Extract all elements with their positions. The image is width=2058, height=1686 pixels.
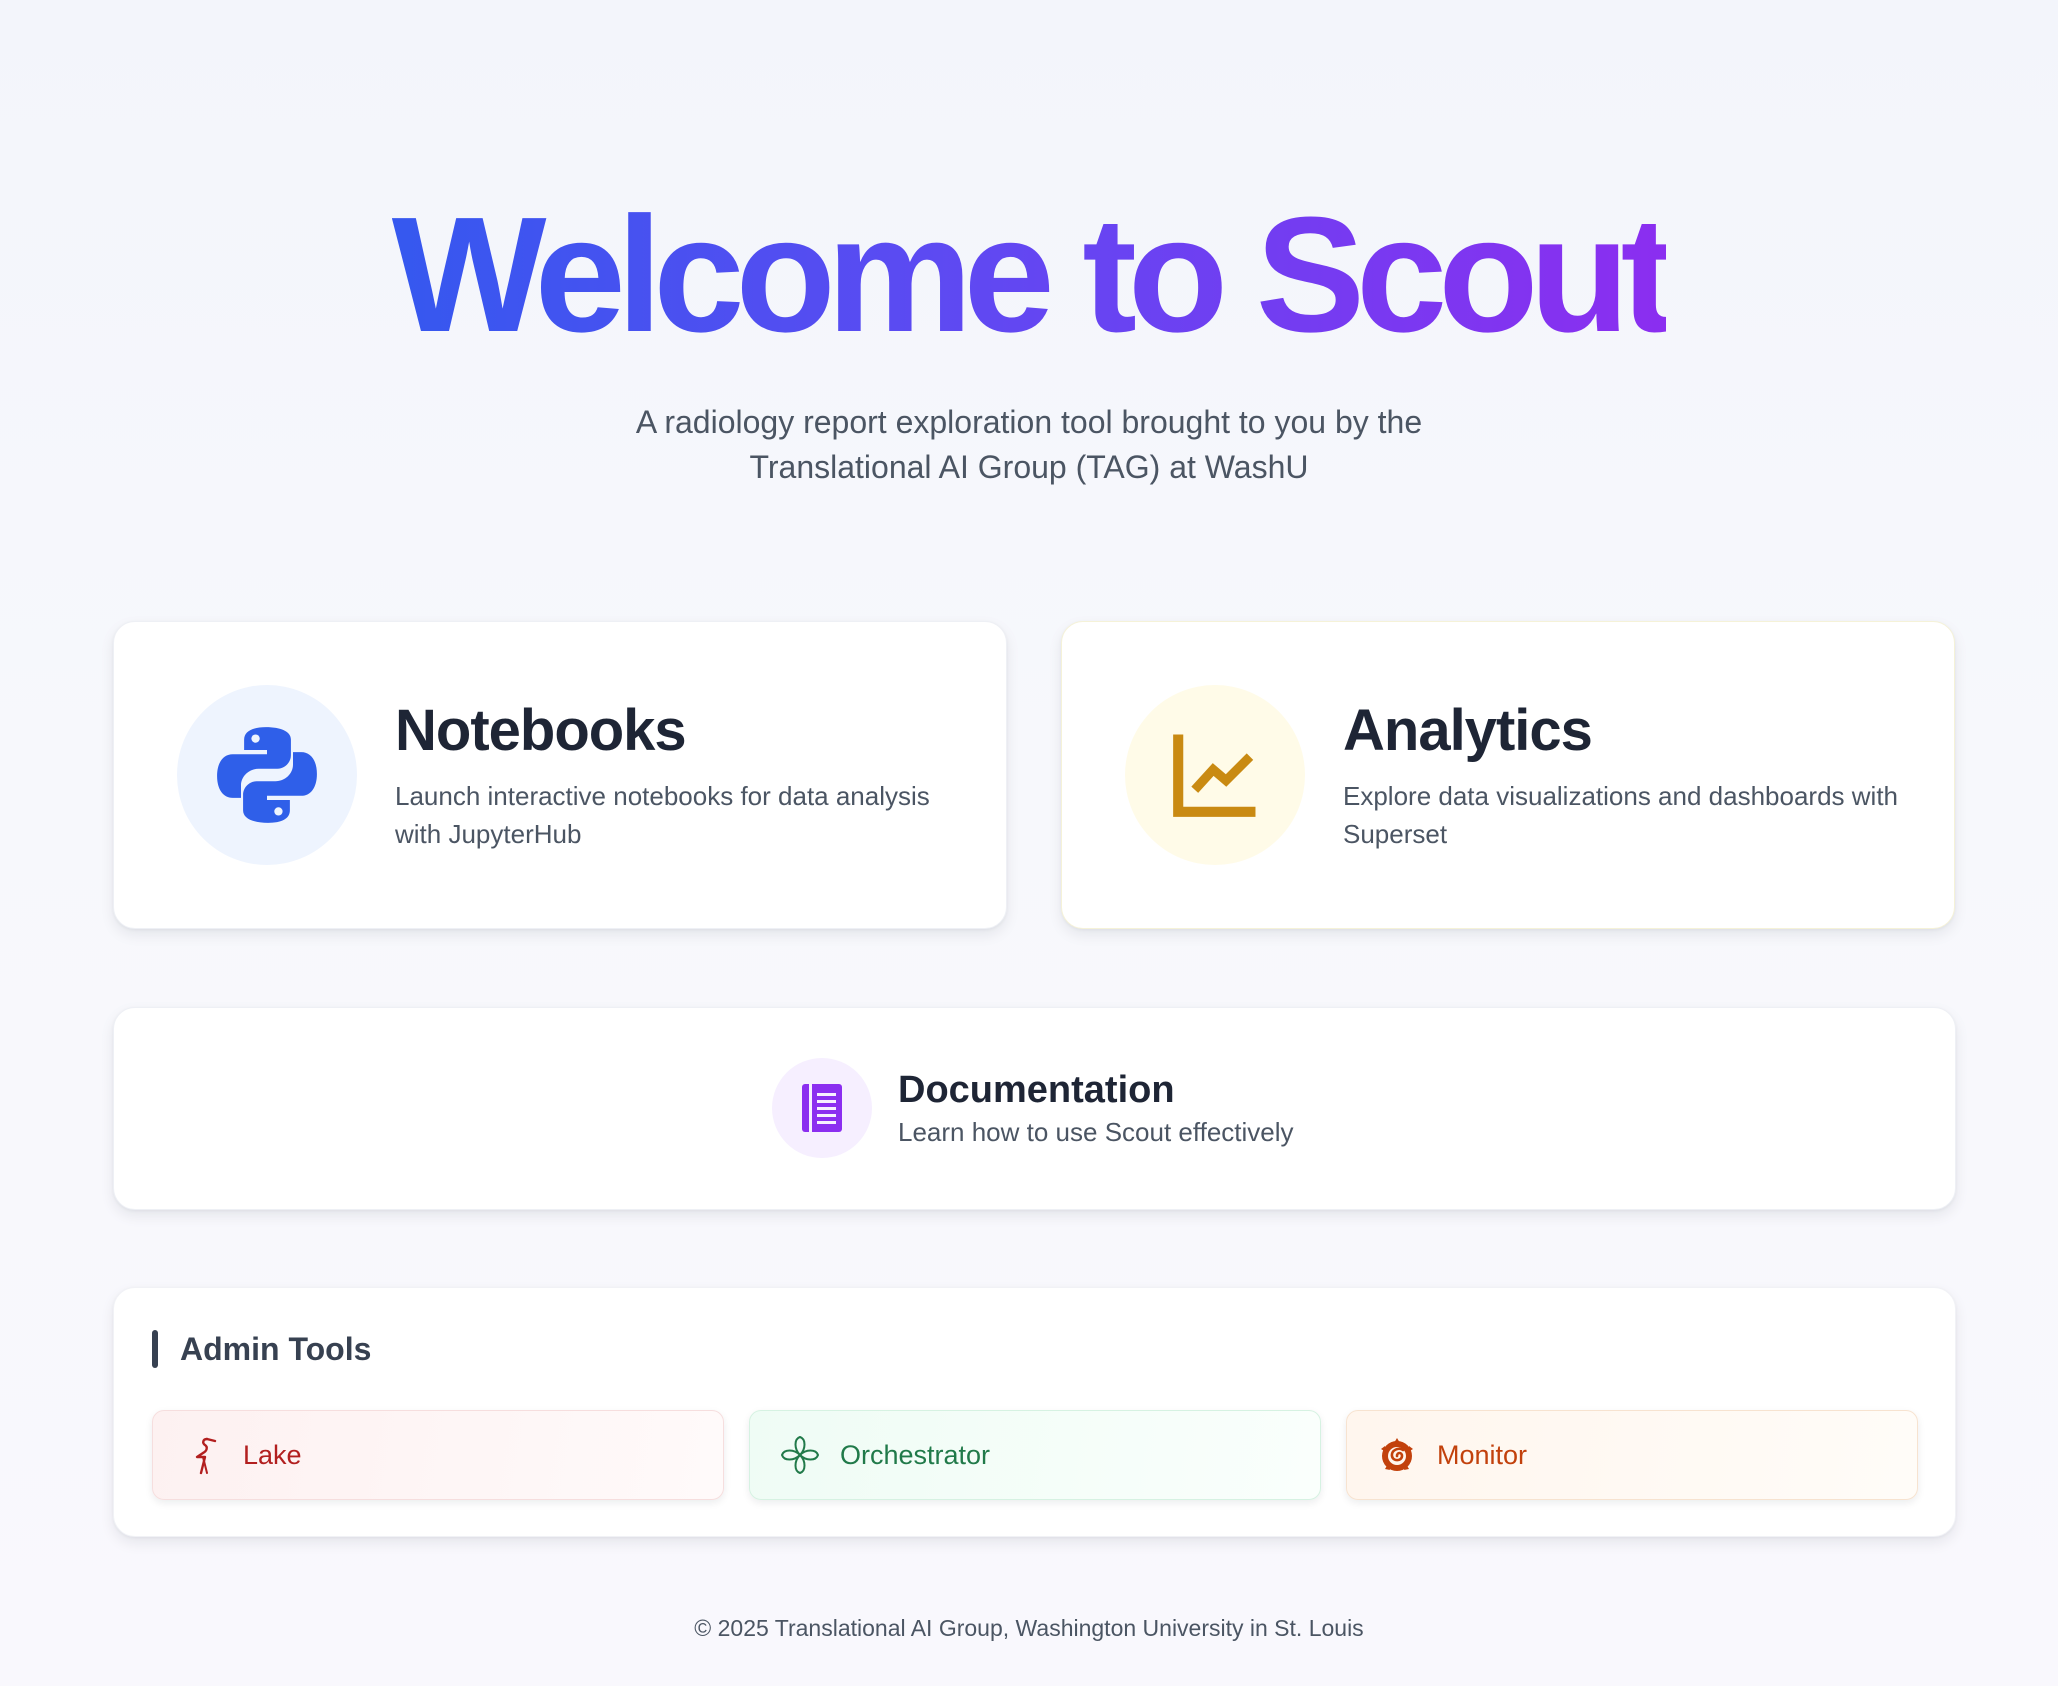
documentation-description: Learn how to use Scout effectively bbox=[898, 1117, 1294, 1147]
admin-tools-title: Admin Tools bbox=[180, 1330, 372, 1367]
orchestrator-label: Orchestrator bbox=[840, 1439, 991, 1470]
documentation-content: Documentation Learn how to use Scout eff… bbox=[772, 1058, 1294, 1158]
admin-tools-panel: Admin Tools Lake Orchestrator Monitor bbox=[113, 1287, 1956, 1537]
footer-copyright: © 2025 Translational AI Group, Washingto… bbox=[694, 1615, 1364, 1641]
page-title: Welcome to Scout bbox=[391, 183, 1676, 366]
analytics-description: Explore data visualizations and dashboar… bbox=[1343, 781, 1899, 849]
notebooks-title: Notebooks bbox=[395, 698, 687, 763]
heron-icon bbox=[183, 1435, 223, 1475]
lake-button[interactable]: Lake bbox=[152, 1410, 724, 1500]
monitor-button[interactable]: Monitor bbox=[1346, 1410, 1918, 1500]
hero: Welcome to Scout A radiology report expl… bbox=[0, 190, 2058, 490]
line-chart-icon bbox=[1173, 734, 1256, 817]
monitor-label: Monitor bbox=[1437, 1439, 1528, 1470]
documentation-title: Documentation bbox=[898, 1069, 1175, 1111]
analytics-icon-circle bbox=[1125, 685, 1305, 865]
notebooks-description: Launch interactive notebooks for data an… bbox=[395, 781, 930, 849]
heading-accent-bar bbox=[152, 1330, 158, 1368]
documentation-icon-circle bbox=[772, 1058, 872, 1158]
documentation-text: Documentation Learn how to use Scout eff… bbox=[898, 1067, 1294, 1149]
grafana-icon bbox=[1377, 1435, 1417, 1475]
notebooks-card[interactable]: Notebooks Launch interactive notebooks f… bbox=[113, 621, 1007, 929]
page-subtitle: A radiology report exploration tool brou… bbox=[579, 400, 1479, 490]
python-icon bbox=[217, 727, 317, 823]
subtitle-line-1: A radiology report exploration tool brou… bbox=[635, 404, 1423, 440]
pinwheel-icon bbox=[780, 1435, 820, 1475]
lake-label: Lake bbox=[243, 1439, 302, 1470]
admin-tools-heading: Admin Tools bbox=[152, 1330, 371, 1368]
documentation-card[interactable]: Documentation Learn how to use Scout eff… bbox=[113, 1007, 1956, 1210]
analytics-title: Analytics bbox=[1343, 698, 1593, 763]
analytics-card[interactable]: Analytics Explore data visualizations an… bbox=[1061, 621, 1955, 929]
book-icon bbox=[802, 1084, 842, 1132]
subtitle-line-2: Translational AI Group (TAG) at WashU bbox=[749, 449, 1309, 485]
notebooks-icon-circle bbox=[177, 685, 357, 865]
orchestrator-button[interactable]: Orchestrator bbox=[749, 1410, 1321, 1500]
